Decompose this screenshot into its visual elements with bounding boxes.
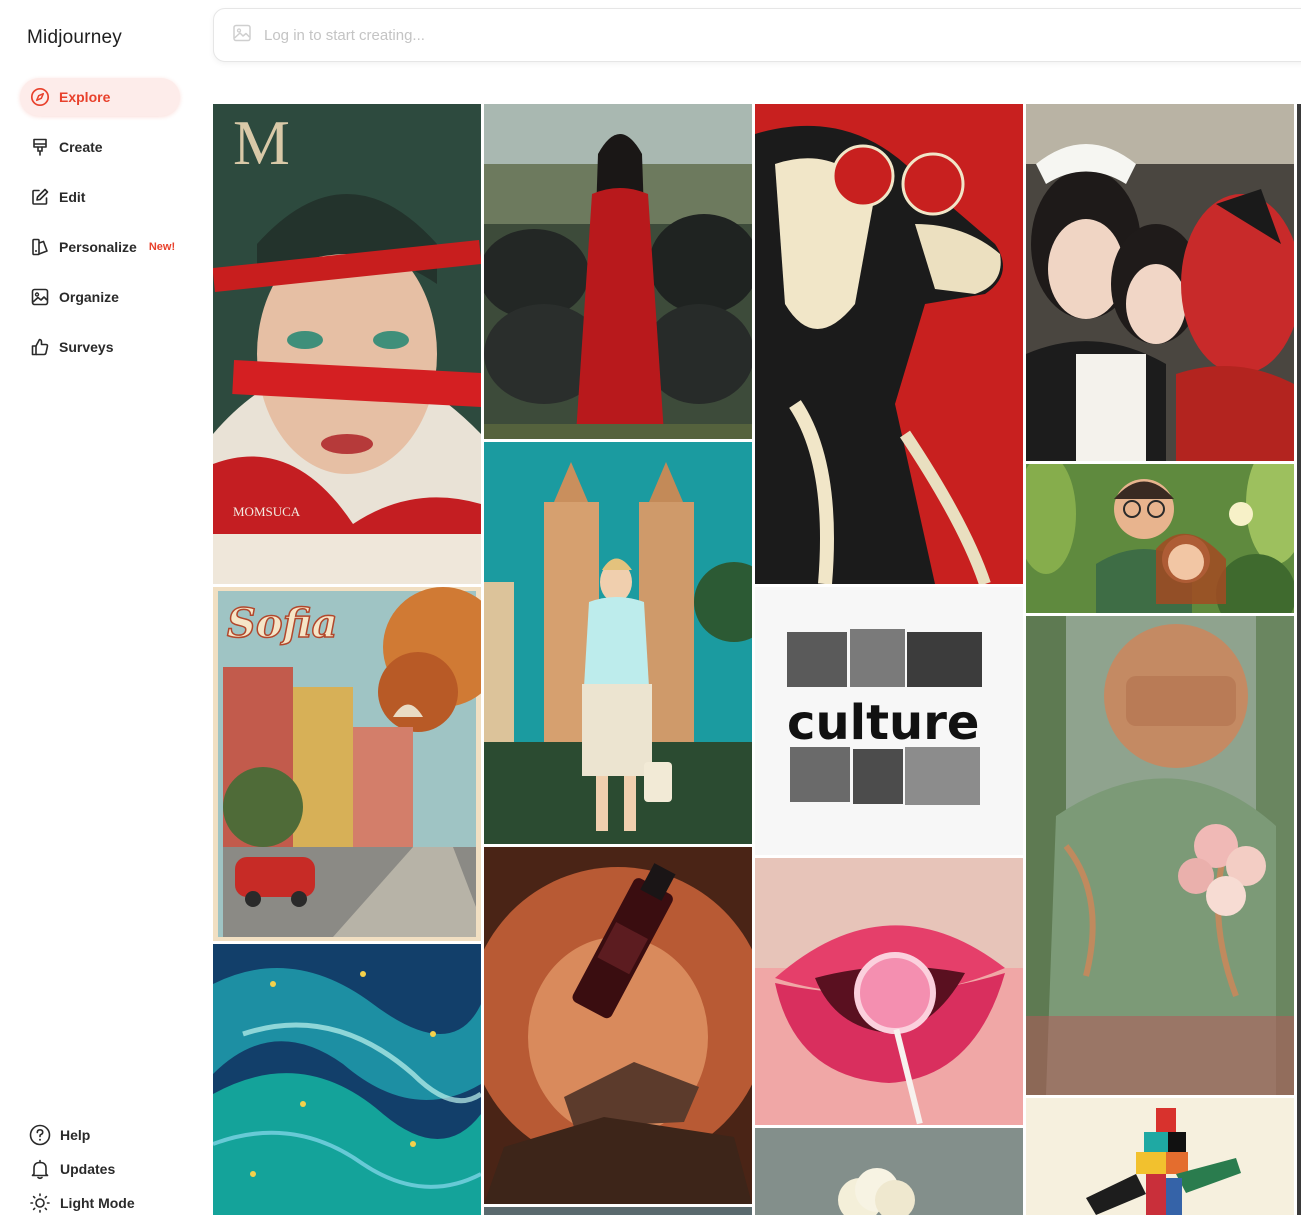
nav-organize-label: Organize xyxy=(59,289,119,305)
nav-edit[interactable]: Edit xyxy=(20,178,180,216)
image-upload-icon[interactable] xyxy=(232,23,252,48)
gallery-image-lips-lollipop[interactable] xyxy=(755,858,1023,1125)
tile-caption: MOMSUCA xyxy=(233,504,301,519)
tile-text-mark: Sofia xyxy=(227,600,338,647)
gallery-image-robot-knight-roses[interactable] xyxy=(1026,616,1294,1095)
footer-help-label: Help xyxy=(60,1127,91,1143)
gallery-image-woman-red-ribbon[interactable]: M MOMSUCA xyxy=(213,104,481,584)
gallery-image-partial-column[interactable] xyxy=(1297,104,1301,1215)
gallery-image-culture-collage[interactable]: culture xyxy=(755,587,1023,855)
nav-explore-label: Explore xyxy=(59,89,111,105)
sun-icon xyxy=(28,1191,52,1215)
edit-icon xyxy=(30,187,50,207)
nav-personalize-label: Personalize xyxy=(59,239,137,255)
tile-text-mark: M xyxy=(233,107,290,178)
gallery-image-bottle-on-rock[interactable] xyxy=(484,847,752,1204)
nav-create[interactable]: Create xyxy=(20,128,180,166)
gallery-image-sofia-poster[interactable]: Sofia xyxy=(213,587,481,941)
help-icon xyxy=(28,1123,52,1147)
gallery-image-clay-figures-leaves[interactable] xyxy=(1026,464,1294,613)
palette-icon xyxy=(30,237,50,257)
footer-help[interactable]: Help xyxy=(28,1123,90,1147)
image-icon xyxy=(30,287,50,307)
footer-light-mode-label: Light Mode xyxy=(60,1195,135,1211)
gallery-image-cow-red-sunglasses[interactable] xyxy=(755,104,1023,584)
gallery-image-geometric-figure[interactable] xyxy=(1026,1098,1294,1215)
thumbs-up-icon xyxy=(30,337,50,357)
nav-surveys-label: Surveys xyxy=(59,339,114,355)
gallery-image-maids-and-spiderman[interactable] xyxy=(1026,104,1294,461)
bell-icon xyxy=(28,1157,52,1181)
gallery-image-woman-skyscrapers[interactable] xyxy=(484,442,752,844)
prompt-bar[interactable] xyxy=(213,8,1301,62)
gallery-image-cauliflower[interactable] xyxy=(755,1128,1023,1215)
nav-personalize[interactable]: Personalize New! xyxy=(20,228,180,266)
nav-edit-label: Edit xyxy=(59,189,86,205)
footer-updates-label: Updates xyxy=(60,1161,116,1177)
tile-text-mark: culture xyxy=(787,695,979,751)
nav-create-label: Create xyxy=(59,139,103,155)
brand-title[interactable]: Midjourney xyxy=(27,27,122,49)
prompt-input[interactable] xyxy=(264,26,964,44)
gallery-image-ocean-swirl[interactable] xyxy=(213,944,481,1215)
footer-updates[interactable]: Updates xyxy=(28,1157,115,1181)
footer-light-mode[interactable]: Light Mode xyxy=(28,1191,135,1215)
sidebar: Midjourney Explore Create Edit Personali… xyxy=(0,0,200,1215)
gallery-image-partial[interactable] xyxy=(484,1207,752,1215)
gallery-image-woman-red-dress-wolves[interactable] xyxy=(484,104,752,439)
paintbrush-icon xyxy=(30,137,50,157)
nav-explore[interactable]: Explore xyxy=(20,78,180,116)
nav-surveys[interactable]: Surveys xyxy=(20,328,180,366)
nav-organize[interactable]: Organize xyxy=(20,278,180,316)
new-badge: New! xyxy=(148,241,176,253)
compass-icon xyxy=(30,87,50,107)
